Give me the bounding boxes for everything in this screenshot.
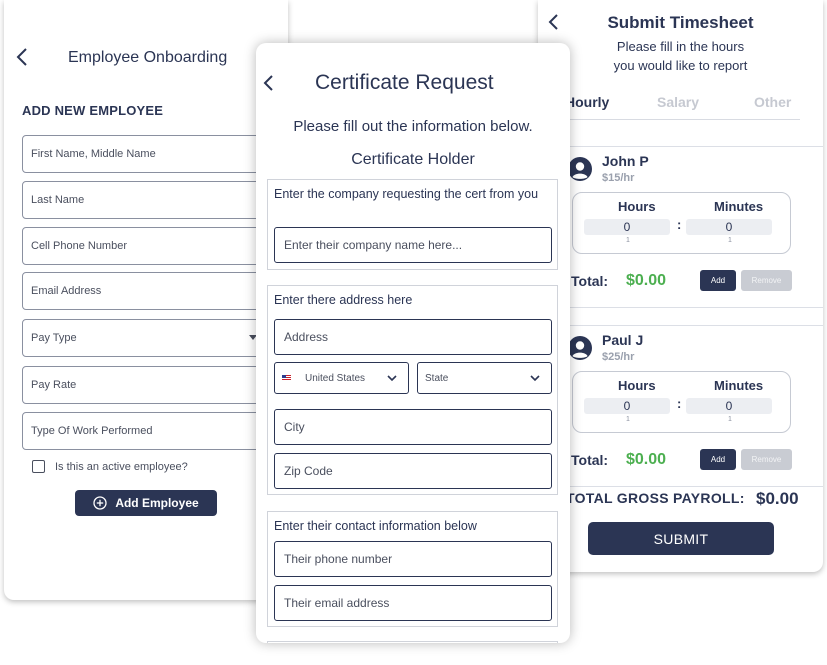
work-type-input[interactable]: Type Of Work Performed xyxy=(22,412,274,450)
time-entry-box: Hours Minutes 0 : 0 1 1 xyxy=(572,371,791,433)
submit-timesheet-card: Submit Timesheet Please fill in the hour… xyxy=(538,0,823,572)
subtitle-line: you would like to report xyxy=(613,58,748,73)
address-group-label: Enter there address here xyxy=(274,293,413,307)
time-separator: : xyxy=(677,217,682,232)
employee-rate: $15/hr xyxy=(602,172,635,184)
minutes-label: Minutes xyxy=(714,378,764,393)
certificate-request-card: Certificate Request Please fill out the … xyxy=(256,43,570,643)
hours-hint: 1 xyxy=(626,237,630,244)
city-input[interactable]: City xyxy=(274,409,552,445)
zip-code-input[interactable]: Zip Code xyxy=(274,453,552,489)
gross-payroll-label: TOTAL GROSS PAYROLL: xyxy=(566,490,745,506)
pay-rate-input[interactable]: Pay Rate xyxy=(22,366,274,404)
tab-divider xyxy=(562,119,800,120)
company-name-input[interactable]: Enter their company name here... xyxy=(274,227,552,263)
total-label: Total: xyxy=(571,452,609,468)
hours-label: Hours xyxy=(618,199,656,214)
address-group: Enter there address here Address United … xyxy=(267,285,558,495)
minutes-input[interactable]: 0 xyxy=(686,398,772,414)
hours-input[interactable]: 0 xyxy=(584,398,670,414)
employee-name: John P xyxy=(602,153,649,169)
minutes-hint: 1 xyxy=(728,237,732,244)
address-input[interactable]: Address xyxy=(274,319,552,355)
email-input[interactable]: Their email address xyxy=(274,585,552,621)
add-time-button[interactable]: Add xyxy=(700,449,736,470)
minutes-input[interactable]: 0 xyxy=(686,219,772,235)
page-subtitle: Please fill in the hours you would like … xyxy=(538,37,823,75)
page-title: Employee Onboarding xyxy=(68,49,228,66)
hours-hint: 1 xyxy=(626,416,630,423)
employee-name: Paul J xyxy=(602,332,644,348)
user-avatar-icon xyxy=(568,157,592,181)
state-value: State xyxy=(425,372,449,384)
plus-circle-icon xyxy=(93,496,107,510)
active-employee-row: Is this an active employee? xyxy=(32,460,188,473)
employee-card: John P $15/hr Hours Minutes 0 : 0 1 1 To… xyxy=(562,146,823,308)
add-employee-label: Add Employee xyxy=(115,496,199,510)
back-arrow-icon[interactable] xyxy=(12,44,34,70)
contact-group: Enter their contact information below Th… xyxy=(267,511,558,627)
active-employee-checkbox[interactable] xyxy=(32,460,45,473)
state-select[interactable]: State xyxy=(417,362,552,394)
last-name-input[interactable]: Last Name xyxy=(22,181,274,219)
contact-group-label: Enter their contact information below xyxy=(274,519,477,533)
page-title: Certificate Request xyxy=(315,71,494,94)
active-employee-label: Is this an active employee? xyxy=(55,460,188,473)
minutes-label: Minutes xyxy=(714,199,764,214)
page-subtitle: Please fill out the information below. xyxy=(293,118,533,135)
certificate-holder-heading: Certificate Holder xyxy=(351,151,475,168)
back-arrow-icon[interactable] xyxy=(259,71,277,95)
user-avatar-icon xyxy=(568,336,592,360)
employee-rate: $25/hr xyxy=(602,351,635,363)
hours-label: Hours xyxy=(618,378,656,393)
total-value: $0.00 xyxy=(626,451,667,468)
tab-other[interactable]: Other xyxy=(754,94,791,110)
time-entry-box: Hours Minutes 0 : 0 1 1 xyxy=(572,192,791,254)
remove-time-button[interactable]: Remove xyxy=(741,449,792,470)
remove-time-button[interactable]: Remove xyxy=(741,270,792,291)
pay-type-label: Pay Type xyxy=(31,332,77,344)
first-name-input[interactable]: First Name, Middle Name xyxy=(22,135,274,173)
tab-hourly[interactable]: Hourly xyxy=(565,94,609,110)
us-flag-icon xyxy=(282,375,291,381)
total-label: Total: xyxy=(571,273,609,289)
next-group xyxy=(267,641,558,643)
add-employee-button[interactable]: Add Employee xyxy=(75,490,217,516)
minutes-hint: 1 xyxy=(728,416,732,423)
pay-type-select[interactable]: Pay Type xyxy=(22,319,274,357)
subtitle-line: Please fill in the hours xyxy=(616,39,745,54)
time-separator: : xyxy=(677,396,682,411)
employee-card: Paul J $25/hr Hours Minutes 0 : 0 1 1 To… xyxy=(562,325,823,487)
hours-input[interactable]: 0 xyxy=(584,219,670,235)
employee-onboarding-card: Employee Onboarding ADD NEW EMPLOYEE Fir… xyxy=(4,0,288,600)
country-value: United States xyxy=(305,372,366,384)
page-title: Submit Timesheet xyxy=(607,13,754,32)
company-group: Enter the company requesting the cert fr… xyxy=(267,179,558,270)
company-group-label: Enter the company requesting the cert fr… xyxy=(274,187,539,201)
submit-button[interactable]: SUBMIT xyxy=(588,522,774,555)
tab-salary[interactable]: Salary xyxy=(657,94,699,110)
country-select[interactable]: United States xyxy=(274,362,409,394)
phone-input[interactable]: Their phone number xyxy=(274,541,552,577)
section-title: ADD NEW EMPLOYEE xyxy=(22,103,164,118)
email-input[interactable]: Email Address xyxy=(22,272,274,310)
cell-phone-input[interactable]: Cell Phone Number xyxy=(22,227,274,265)
total-value: $0.00 xyxy=(626,272,667,289)
chevron-down-icon xyxy=(387,375,397,382)
gross-payroll-value: $0.00 xyxy=(756,489,799,508)
chevron-down-icon xyxy=(530,375,540,382)
add-time-button[interactable]: Add xyxy=(700,270,736,291)
